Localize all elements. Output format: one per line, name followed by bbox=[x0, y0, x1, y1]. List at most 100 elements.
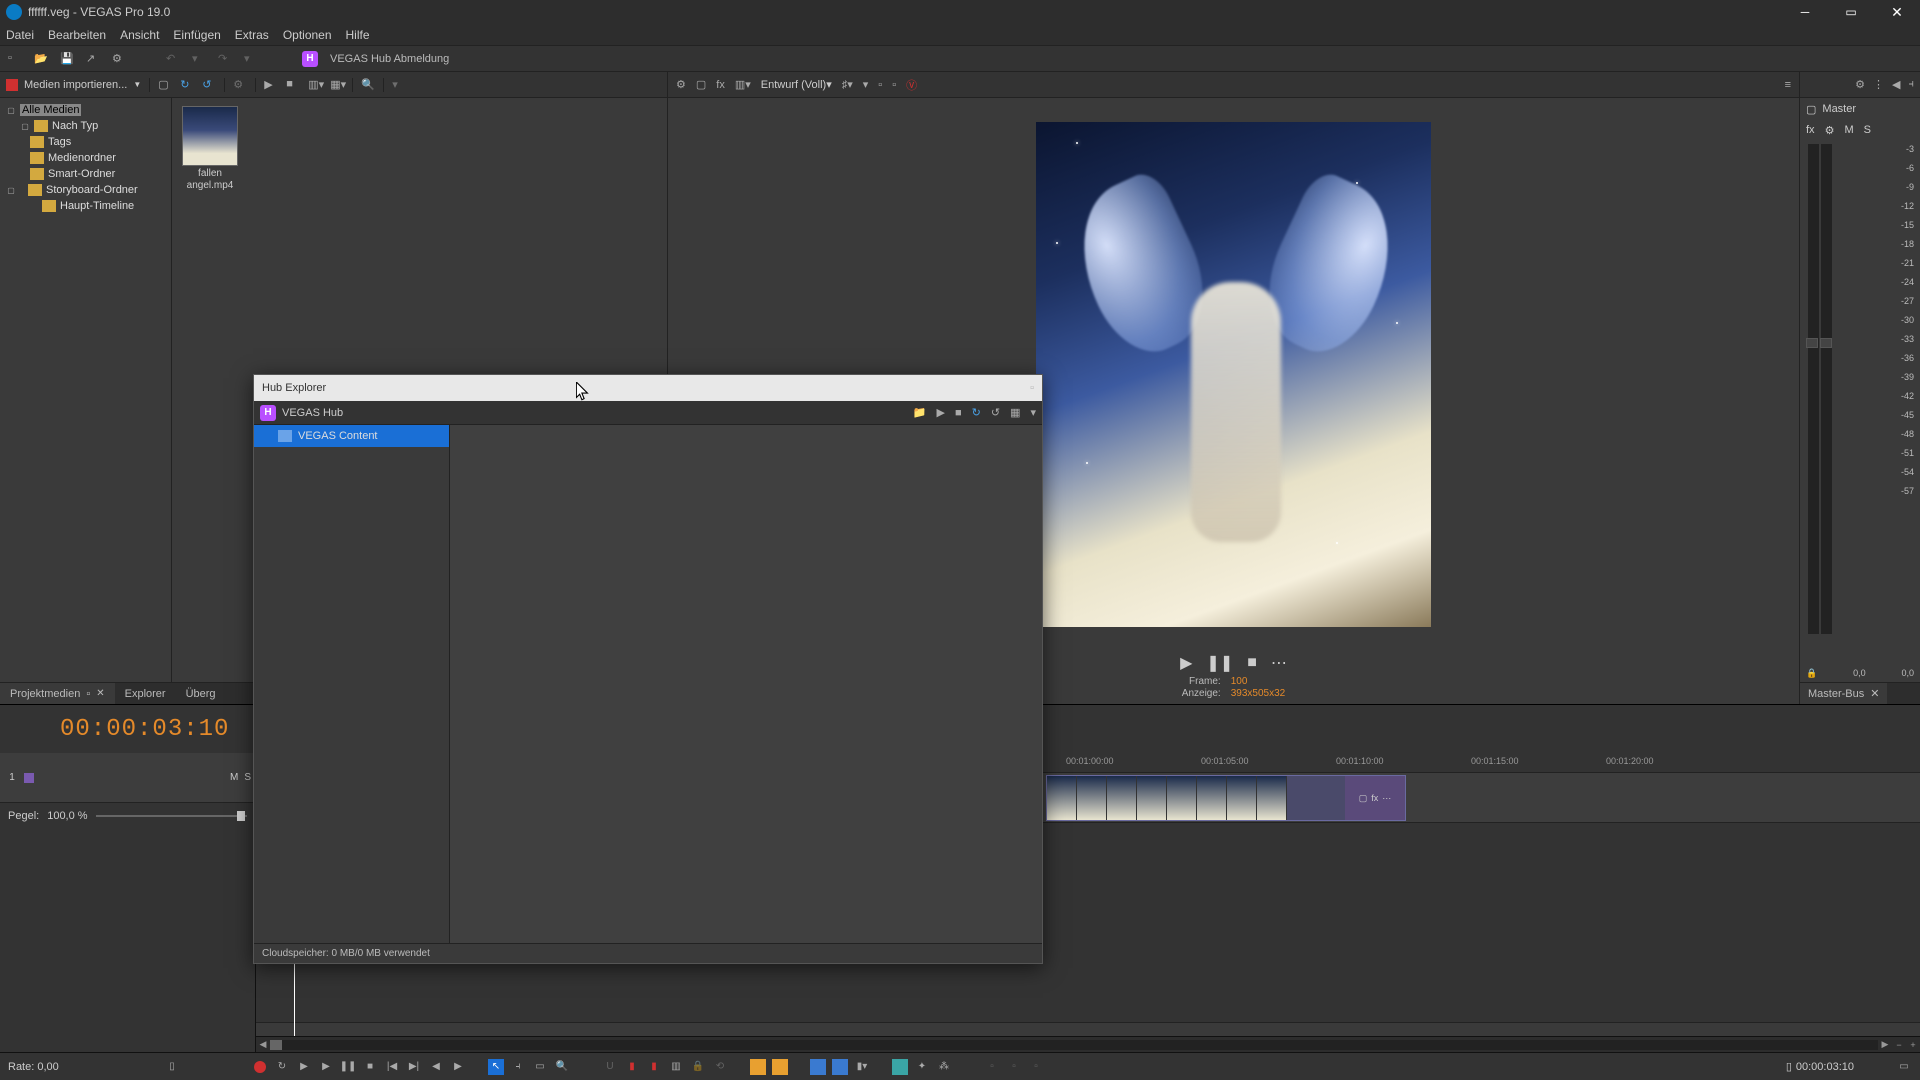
track-color-icon[interactable] bbox=[24, 773, 34, 783]
menu-optionen[interactable]: Optionen bbox=[283, 28, 332, 42]
render-icon[interactable]: ↗ bbox=[86, 52, 100, 66]
tree-haupt-timeline[interactable]: Haupt-Timeline bbox=[0, 198, 171, 214]
transport-timecode[interactable]: ▯ 00:00:03:10 bbox=[1786, 1060, 1854, 1073]
rate-marker-icon[interactable]: ▯ bbox=[164, 1059, 180, 1075]
split-icon[interactable]: ▮ bbox=[624, 1059, 640, 1075]
close-button[interactable]: ✕ bbox=[1874, 0, 1920, 24]
preview-pause-icon[interactable]: ❚❚ bbox=[1206, 653, 1233, 673]
autopreview-icon[interactable]: ▥▾ bbox=[308, 78, 322, 92]
hamburger-icon[interactable]: ≡ bbox=[1785, 79, 1791, 91]
sort-dropdown-icon[interactable]: ▾ bbox=[392, 78, 406, 92]
envelope-icon[interactable]: ⫞ bbox=[510, 1059, 526, 1075]
hub-close-icon[interactable]: ▫ bbox=[1030, 382, 1034, 394]
tree-nach-typ[interactable]: ▢Nach Typ bbox=[0, 118, 171, 134]
timecode-display[interactable]: 00:00:03:10 bbox=[0, 716, 229, 743]
project-props-icon[interactable]: ⚙ bbox=[676, 78, 686, 91]
play-button[interactable]: ▶ bbox=[318, 1059, 334, 1075]
preview-play-icon[interactable]: ▶ bbox=[1180, 653, 1192, 673]
tool-blue2-icon[interactable] bbox=[832, 1059, 848, 1075]
lock-icon[interactable]: 🔒 bbox=[1806, 668, 1817, 679]
split2-icon[interactable]: ▮ bbox=[646, 1059, 662, 1075]
tool-blue1-icon[interactable] bbox=[810, 1059, 826, 1075]
safe-area-icon[interactable]: ▾ bbox=[863, 78, 869, 91]
pegel-slider[interactable] bbox=[96, 815, 247, 817]
get-media-icon[interactable]: ↻ bbox=[180, 78, 194, 92]
tab-explorer[interactable]: Explorer bbox=[115, 683, 176, 704]
preview-more-icon[interactable]: ⋯ bbox=[1271, 653, 1287, 673]
tab-master-bus[interactable]: Master-Bus✕ bbox=[1800, 683, 1887, 704]
dim-icon[interactable]: ⋮ bbox=[1873, 78, 1884, 91]
tool-drop-icon[interactable]: ▮▾ bbox=[854, 1059, 870, 1075]
stop-media-icon[interactable]: ■ bbox=[286, 78, 300, 92]
tree-storyboard[interactable]: ▢Storyboard-Ordner bbox=[0, 182, 171, 198]
properties-media-icon[interactable]: ⚙ bbox=[233, 78, 247, 92]
zoom-icon[interactable]: 🔍 bbox=[554, 1059, 570, 1075]
fx-label[interactable]: fx bbox=[1371, 793, 1378, 803]
hub-badge-icon[interactable]: H bbox=[302, 51, 318, 67]
track-header-1[interactable]: 1 M S bbox=[0, 753, 255, 803]
color-icon[interactable]: ⁂ bbox=[936, 1059, 952, 1075]
tree-medienordner[interactable]: Medienordner bbox=[0, 150, 171, 166]
tree-tags[interactable]: Tags bbox=[0, 134, 171, 150]
hub-refresh-icon[interactable]: ↺ bbox=[991, 406, 1000, 419]
zoom-in-icon[interactable]: + bbox=[1906, 1040, 1920, 1050]
ext2-icon[interactable]: ▫ bbox=[1006, 1059, 1022, 1075]
scroll-thumb[interactable] bbox=[270, 1040, 282, 1050]
menu-ansicht[interactable]: Ansicht bbox=[120, 28, 159, 42]
hub-stop-icon[interactable]: ■ bbox=[955, 407, 962, 419]
hub-root-label[interactable]: VEGAS Hub bbox=[282, 407, 343, 419]
loop-button[interactable]: ↻ bbox=[274, 1059, 290, 1075]
copy-snapshot-icon[interactable]: ▫ bbox=[878, 79, 882, 91]
preview-stop-icon[interactable]: ■ bbox=[1247, 654, 1257, 672]
import-media-dropdown[interactable]: Medien importieren... ▼ bbox=[6, 79, 141, 91]
vegas-stream-icon[interactable]: Ⓥ bbox=[906, 77, 917, 93]
master-fx-icon[interactable]: fx bbox=[1806, 124, 1815, 136]
downmix-icon[interactable]: ◀ bbox=[1892, 78, 1900, 91]
menu-einfuegen[interactable]: Einfügen bbox=[173, 28, 220, 42]
master-solo-button[interactable]: S bbox=[1864, 124, 1871, 136]
tab-pin-icon[interactable]: ▫ bbox=[86, 688, 90, 700]
preview-quality-dropdown[interactable]: Entwurf (Voll)▾ bbox=[761, 78, 832, 91]
track-solo-button[interactable]: S bbox=[244, 772, 251, 783]
hub-dropdown-icon[interactable]: ▾ bbox=[1030, 406, 1036, 419]
selection-icon[interactable]: ▭ bbox=[532, 1059, 548, 1075]
timeline-clip[interactable]: ▢ fx ⋯ bbox=[1046, 775, 1406, 821]
menu-extras[interactable]: Extras bbox=[235, 28, 269, 42]
fit-icon[interactable]: ▭ bbox=[1896, 1059, 1912, 1075]
tab-ueberg[interactable]: Überg bbox=[176, 683, 226, 704]
undo-icon[interactable]: ↶ bbox=[166, 52, 180, 66]
auto-ripple-icon[interactable]: ⟲ bbox=[712, 1059, 728, 1075]
save-icon[interactable]: 💾 bbox=[60, 52, 74, 66]
master-auto-icon[interactable]: ⚙ bbox=[1825, 124, 1835, 137]
wand-icon[interactable]: ✦ bbox=[914, 1059, 930, 1075]
tool-teal-icon[interactable] bbox=[892, 1059, 908, 1075]
play-media-icon[interactable]: ▶ bbox=[264, 78, 278, 92]
ripple-icon[interactable]: ▥ bbox=[668, 1059, 684, 1075]
next-frame-button[interactable]: ▶ bbox=[450, 1059, 466, 1075]
menu-bearbeiten[interactable]: Bearbeiten bbox=[48, 28, 106, 42]
hub-title-bar[interactable]: Hub Explorer ▫ bbox=[254, 375, 1042, 401]
media-clip[interactable]: fallen angel.mp4 bbox=[180, 106, 240, 192]
hub-logout-label[interactable]: VEGAS Hub Abmeldung bbox=[330, 53, 449, 65]
master-mute-button[interactable]: M bbox=[1844, 124, 1853, 136]
stop-button[interactable]: ■ bbox=[362, 1059, 378, 1075]
track-mute-button[interactable]: M bbox=[230, 772, 238, 783]
tab-close-icon[interactable]: ✕ bbox=[96, 688, 104, 699]
menu-hilfe[interactable]: Hilfe bbox=[346, 28, 370, 42]
marker1-icon[interactable] bbox=[750, 1059, 766, 1075]
ext3-icon[interactable]: ▫ bbox=[1028, 1059, 1044, 1075]
go-end-button[interactable]: ▶| bbox=[406, 1059, 422, 1075]
snap-icon[interactable]: U bbox=[602, 1059, 618, 1075]
split-view-icon[interactable]: ▥▾ bbox=[735, 78, 751, 91]
remove-media-icon[interactable]: ↺ bbox=[202, 78, 216, 92]
crop-icon[interactable]: ▢ bbox=[1359, 793, 1368, 804]
overlay-icon[interactable]: ♯▾ bbox=[842, 78, 853, 91]
hub-explorer-window[interactable]: Hub Explorer ▫ H VEGAS Hub 📁 ▶ ■ ↻ ↺ ▦ ▾… bbox=[253, 374, 1043, 964]
scroll-right-icon[interactable]: ▶ bbox=[1878, 1039, 1892, 1050]
zoom-out-icon[interactable]: − bbox=[1892, 1040, 1906, 1050]
record-button[interactable] bbox=[252, 1059, 268, 1075]
scroll-left-icon[interactable]: ◀ bbox=[256, 1039, 270, 1050]
pause-button[interactable]: ❚❚ bbox=[340, 1059, 356, 1075]
minimize-button[interactable]: ─ bbox=[1782, 0, 1828, 24]
tab-projektmedien[interactable]: Projektmedien▫✕ bbox=[0, 683, 115, 704]
